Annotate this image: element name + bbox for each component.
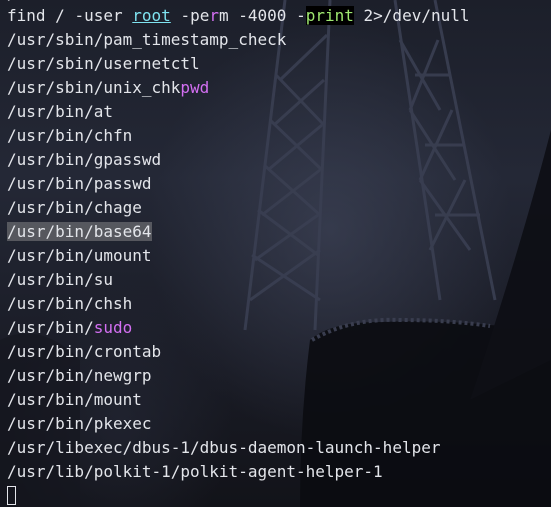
result-line: /usr/bin/chfn <box>7 126 133 145</box>
text-selection[interactable]: /usr/bin/base64 <box>7 222 152 241</box>
cmd-print-dash: - <box>296 6 306 25</box>
cmd-perm-flag-post: m <box>218 6 229 25</box>
result-prefix: /usr/sbin/unix_chk <box>7 78 181 97</box>
result-line: /usr/bin/passwd <box>7 174 152 193</box>
result-line: /usr/lib/polkit-1/polkit-agent-helper-1 <box>7 462 383 481</box>
result-line: /usr/bin/newgrp <box>7 366 152 385</box>
cmd-user-root: root <box>132 6 171 25</box>
result-line: /usr/bin/gpasswd <box>7 150 162 169</box>
search-match: sudo <box>93 318 133 337</box>
result-line: /usr/bin/chage <box>7 198 142 217</box>
terminal-window[interactable]: / find / -user root -perm -4000 -print 2… <box>0 0 551 507</box>
result-line: /usr/bin/crontab <box>7 342 162 361</box>
terminal-cursor[interactable] <box>7 486 16 505</box>
command-line: find / -user root -perm -4000 -print 2>/… <box>7 4 470 28</box>
cmd-user-flag: -user <box>74 6 123 25</box>
result-line: /usr/bin/sudo <box>7 316 470 340</box>
result-line: /usr/libexec/dbus-1/dbus-daemon-launch-h… <box>7 438 441 457</box>
result-line: /usr/bin/umount <box>7 246 152 265</box>
result-line: /usr/bin/mount <box>7 390 142 409</box>
result-line: /usr/sbin/unix_chkpwd <box>7 76 470 100</box>
cmd-print: print <box>305 6 354 25</box>
result-line: /usr/bin/su <box>7 270 113 289</box>
cmd-perm-value: -4000 <box>238 6 287 25</box>
result-line: /usr/bin/pkexec <box>7 414 152 433</box>
cmd-perm-flag-r: r <box>209 6 219 25</box>
result-line: /usr/bin/chsh <box>7 294 133 313</box>
terminal-output: find / -user root -perm -4000 -print 2>/… <box>7 4 470 507</box>
cmd-redirect: 2>/dev/null <box>363 6 470 25</box>
cmd-root-path: / <box>55 6 65 25</box>
result-prefix: /usr/bin/ <box>7 318 94 337</box>
search-match: pwd <box>180 78 210 97</box>
selected-result-line[interactable]: /usr/bin/base64 <box>7 220 470 244</box>
result-line: /usr/sbin/pam_timestamp_check <box>7 30 287 49</box>
previous-output-line: / <box>7 0 26 2</box>
cmd-find: find <box>7 6 46 25</box>
prompt-line[interactable] <box>7 484 470 507</box>
result-line: /usr/bin/at <box>7 102 113 121</box>
cmd-perm-flag-pre: -pe <box>180 6 210 25</box>
result-line: /usr/sbin/usernetctl <box>7 54 200 73</box>
